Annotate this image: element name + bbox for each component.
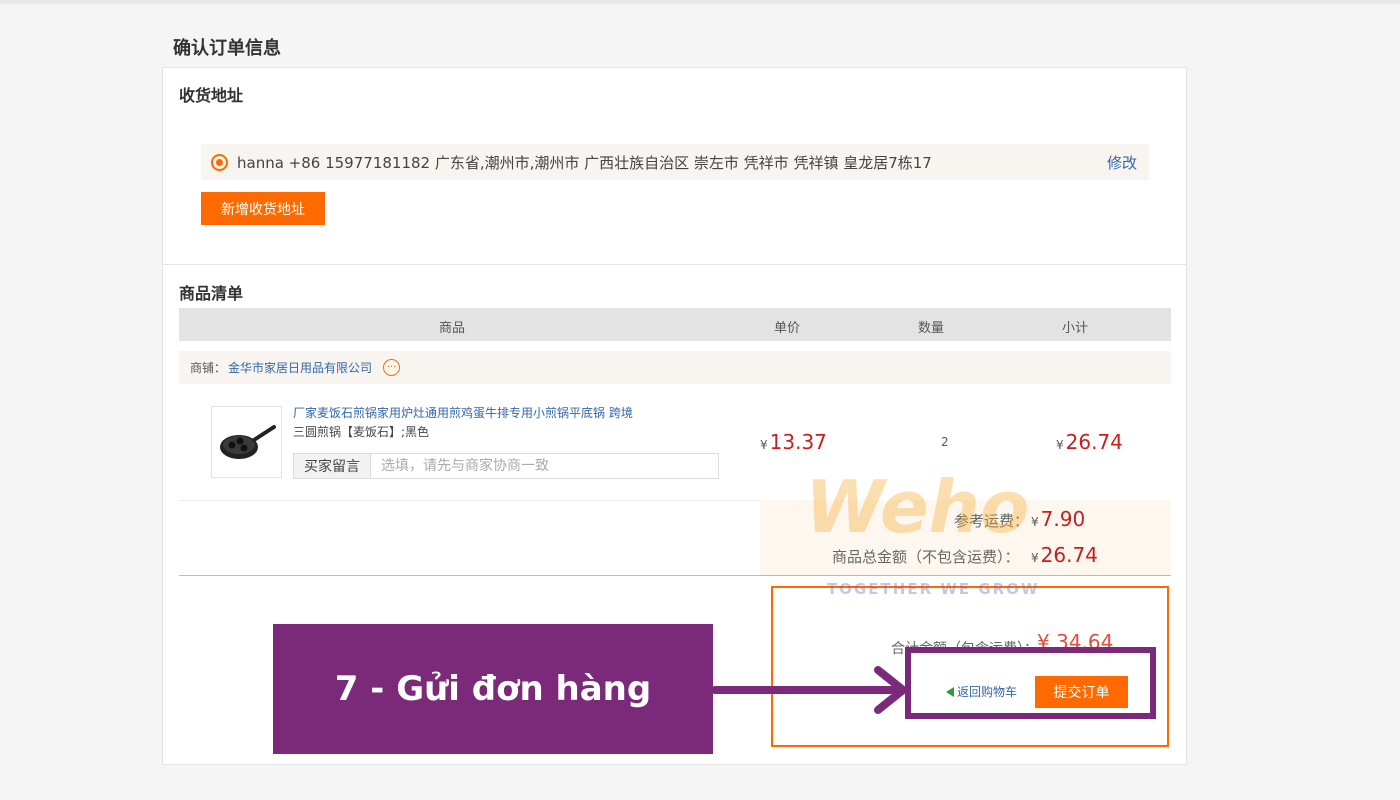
unit-price: ¥13.37 bbox=[760, 430, 827, 454]
address-section-title: 收货地址 bbox=[179, 86, 244, 105]
add-address-button[interactable]: 新增收货地址 bbox=[201, 192, 325, 225]
goods-total-value: ¥26.74 bbox=[1031, 543, 1098, 567]
submit-order-button[interactable]: 提交订单 bbox=[1035, 676, 1128, 708]
goods-section-title: 商品清单 bbox=[179, 284, 244, 303]
edit-address-link[interactable]: 修改 bbox=[1107, 152, 1137, 173]
callout-label: 7 - Gửi đơn hàng bbox=[273, 624, 713, 754]
buyer-note: 买家留言 bbox=[293, 453, 719, 479]
col-unit-price: 单价 bbox=[774, 321, 801, 336]
summary-panel: 参考运费： ¥7.90 商品总金额（不包含运费）： ¥26.74 bbox=[760, 500, 1171, 575]
buyer-note-label: 买家留言 bbox=[294, 454, 371, 478]
chat-icon[interactable]: ··· bbox=[383, 359, 401, 376]
callout-arrow-icon bbox=[713, 666, 907, 714]
shipping-value: ¥7.90 bbox=[1031, 507, 1086, 531]
top-border bbox=[0, 0, 1400, 4]
address-text: hanna +86 15977181182 广东省,潮州市,潮州市 广西壮族自治… bbox=[237, 153, 932, 172]
address-option[interactable]: hanna +86 15977181182 广东省,潮州市,潮州市 广西壮族自治… bbox=[201, 144, 1149, 180]
quantity: 2 bbox=[941, 435, 949, 449]
summary-divider bbox=[179, 575, 1171, 576]
col-subtotal: 小计 bbox=[1062, 321, 1089, 336]
shop-prefix: 商铺： bbox=[190, 361, 227, 375]
subtotal: ¥26.74 bbox=[1056, 430, 1123, 454]
product-thumbnail[interactable] bbox=[211, 406, 282, 478]
goods-table-header: 商品 单价 数量 小计 bbox=[179, 308, 1171, 341]
back-to-cart-link[interactable]: 返回购物车 bbox=[946, 683, 1017, 700]
product-spec: 三圆煎锅【麦饭石】;黑色 bbox=[293, 425, 430, 439]
col-goods: 商品 bbox=[439, 321, 466, 336]
col-quantity: 数量 bbox=[918, 321, 945, 336]
section-divider bbox=[163, 264, 1186, 265]
product-title-link[interactable]: 厂家麦饭石煎锅家用炉灶通用煎鸡蛋牛排专用小煎锅平底锅 跨境 bbox=[293, 404, 633, 421]
radio-selected-icon[interactable] bbox=[211, 153, 228, 171]
goods-total-label: 商品总金额（不包含运费）： bbox=[832, 548, 1020, 566]
back-arrow-icon bbox=[946, 686, 954, 697]
shop-link[interactable]: 金华市家居日用品有限公司 bbox=[228, 359, 372, 376]
shop-row: 商铺： 金华市家居日用品有限公司 ··· bbox=[179, 351, 1171, 384]
buyer-note-input[interactable] bbox=[371, 458, 701, 474]
page-title: 确认订单信息 bbox=[173, 38, 281, 59]
submit-highlight-box: 返回购物车 提交订单 bbox=[905, 647, 1156, 719]
shipping-label: 参考运费： bbox=[954, 512, 1030, 530]
